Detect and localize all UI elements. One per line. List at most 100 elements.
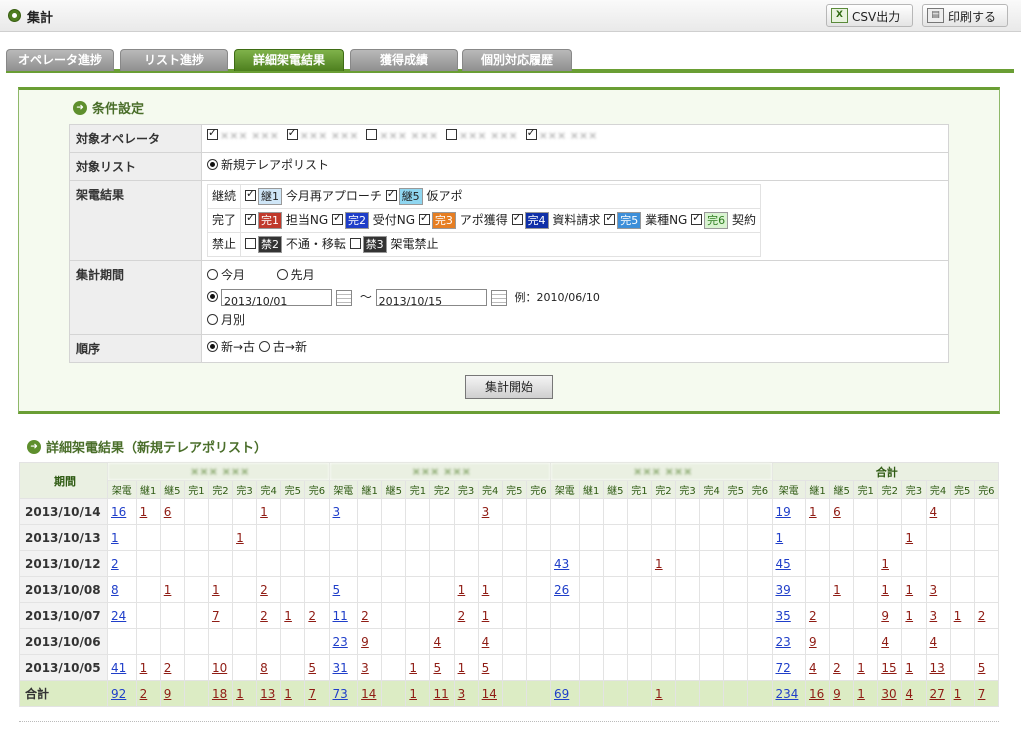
- count-link[interactable]: 11: [433, 687, 448, 701]
- count-link[interactable]: 1: [881, 583, 889, 597]
- calendar-icon[interactable]: [490, 289, 507, 306]
- count-link[interactable]: 5: [333, 583, 341, 597]
- count-link[interactable]: 9: [361, 635, 369, 649]
- count-link[interactable]: 1: [954, 687, 962, 701]
- count-link[interactable]: 15: [881, 661, 896, 675]
- count-link[interactable]: 69: [554, 687, 569, 701]
- date-range-radio[interactable]: [207, 291, 218, 302]
- count-link[interactable]: 2: [140, 687, 148, 701]
- count-link[interactable]: 3: [930, 583, 938, 597]
- operator-checkbox-1[interactable]: [207, 126, 218, 140]
- count-link[interactable]: 1: [809, 505, 817, 519]
- calendar-icon[interactable]: [336, 289, 352, 306]
- count-link[interactable]: 1: [655, 687, 663, 701]
- count-link[interactable]: 3: [458, 687, 466, 701]
- tab-acquisition-results[interactable]: 獲得成績: [350, 49, 458, 71]
- count-link[interactable]: 1: [260, 505, 268, 519]
- count-link[interactable]: 4: [930, 505, 938, 519]
- result-checkbox[interactable]: [349, 238, 361, 249]
- count-link[interactable]: 2: [833, 661, 841, 675]
- count-link[interactable]: 2: [164, 661, 172, 675]
- count-link[interactable]: 2: [260, 583, 268, 597]
- count-link[interactable]: 23: [333, 635, 348, 649]
- count-link[interactable]: 92: [111, 687, 126, 701]
- count-link[interactable]: 1: [236, 531, 244, 545]
- count-link[interactable]: 7: [212, 609, 220, 623]
- count-link[interactable]: 3: [333, 505, 341, 519]
- count-link[interactable]: 2: [361, 609, 369, 623]
- monthly-radio[interactable]: [207, 314, 218, 325]
- print-button[interactable]: ▤ 印刷する: [922, 4, 1008, 27]
- count-link[interactable]: 1: [111, 531, 119, 545]
- csv-export-button[interactable]: X CSV出力: [826, 4, 913, 27]
- count-link[interactable]: 4: [809, 661, 817, 675]
- result-checkbox[interactable]: [385, 187, 397, 201]
- list-radio[interactable]: [207, 159, 218, 170]
- count-link[interactable]: 1: [164, 583, 172, 597]
- result-checkbox[interactable]: [691, 211, 703, 225]
- count-link[interactable]: 8: [260, 661, 268, 675]
- count-link[interactable]: 4: [482, 635, 490, 649]
- result-checkbox[interactable]: [245, 211, 257, 225]
- count-link[interactable]: 2: [809, 609, 817, 623]
- count-link[interactable]: 1: [458, 583, 466, 597]
- last-month-radio[interactable]: [276, 269, 288, 280]
- start-aggregation-button[interactable]: 集計開始: [465, 375, 553, 399]
- count-link[interactable]: 19: [776, 505, 791, 519]
- count-link[interactable]: 11: [333, 609, 348, 623]
- operator-checkbox-3[interactable]: [366, 129, 378, 140]
- count-link[interactable]: 9: [164, 687, 172, 701]
- count-link[interactable]: 1: [954, 609, 962, 623]
- count-link[interactable]: 2: [978, 609, 986, 623]
- count-link[interactable]: 9: [809, 635, 817, 649]
- result-checkbox[interactable]: [331, 211, 343, 225]
- count-link[interactable]: 41: [111, 661, 126, 675]
- count-link[interactable]: 7: [308, 687, 316, 701]
- count-link[interactable]: 43: [554, 557, 569, 571]
- count-link[interactable]: 1: [409, 687, 417, 701]
- count-link[interactable]: 2: [111, 557, 119, 571]
- count-link[interactable]: 5: [978, 661, 986, 675]
- order-new-radio[interactable]: [207, 341, 218, 352]
- tab-list-progress[interactable]: リスト進捗: [120, 49, 228, 71]
- count-link[interactable]: 1: [482, 583, 490, 597]
- count-link[interactable]: 3: [482, 505, 490, 519]
- count-link[interactable]: 1: [905, 583, 913, 597]
- count-link[interactable]: 1: [409, 661, 417, 675]
- count-link[interactable]: 1: [905, 609, 913, 623]
- count-link[interactable]: 2: [308, 609, 316, 623]
- count-link[interactable]: 2: [260, 609, 268, 623]
- result-checkbox[interactable]: [511, 211, 523, 225]
- tab-detail-call-results[interactable]: 詳細架電結果: [234, 49, 344, 71]
- count-link[interactable]: 234: [776, 687, 799, 701]
- count-link[interactable]: 1: [655, 557, 663, 571]
- count-link[interactable]: 14: [482, 687, 497, 701]
- count-link[interactable]: 39: [776, 583, 791, 597]
- count-link[interactable]: 1: [458, 661, 466, 675]
- count-link[interactable]: 4: [881, 635, 889, 649]
- this-month-radio[interactable]: [207, 269, 218, 280]
- count-link[interactable]: 14: [361, 687, 376, 701]
- count-link[interactable]: 1: [284, 687, 292, 701]
- order-old-radio[interactable]: [258, 341, 270, 352]
- count-link[interactable]: 1: [776, 531, 784, 545]
- count-link[interactable]: 24: [111, 609, 126, 623]
- count-link[interactable]: 6: [164, 505, 172, 519]
- result-checkbox[interactable]: [604, 211, 616, 225]
- count-link[interactable]: 31: [333, 661, 348, 675]
- count-link[interactable]: 26: [554, 583, 569, 597]
- operator-checkbox-5[interactable]: [525, 126, 537, 140]
- count-link[interactable]: 3: [930, 609, 938, 623]
- count-link[interactable]: 8: [111, 583, 119, 597]
- count-link[interactable]: 1: [905, 531, 913, 545]
- count-link[interactable]: 9: [833, 687, 841, 701]
- count-link[interactable]: 1: [284, 609, 292, 623]
- count-link[interactable]: 27: [930, 687, 945, 701]
- operator-checkbox-4[interactable]: [445, 129, 457, 140]
- count-link[interactable]: 16: [809, 687, 824, 701]
- count-link[interactable]: 30: [881, 687, 896, 701]
- count-link[interactable]: 1: [857, 661, 865, 675]
- count-link[interactable]: 1: [857, 687, 865, 701]
- count-link[interactable]: 3: [361, 661, 369, 675]
- count-link[interactable]: 1: [881, 557, 889, 571]
